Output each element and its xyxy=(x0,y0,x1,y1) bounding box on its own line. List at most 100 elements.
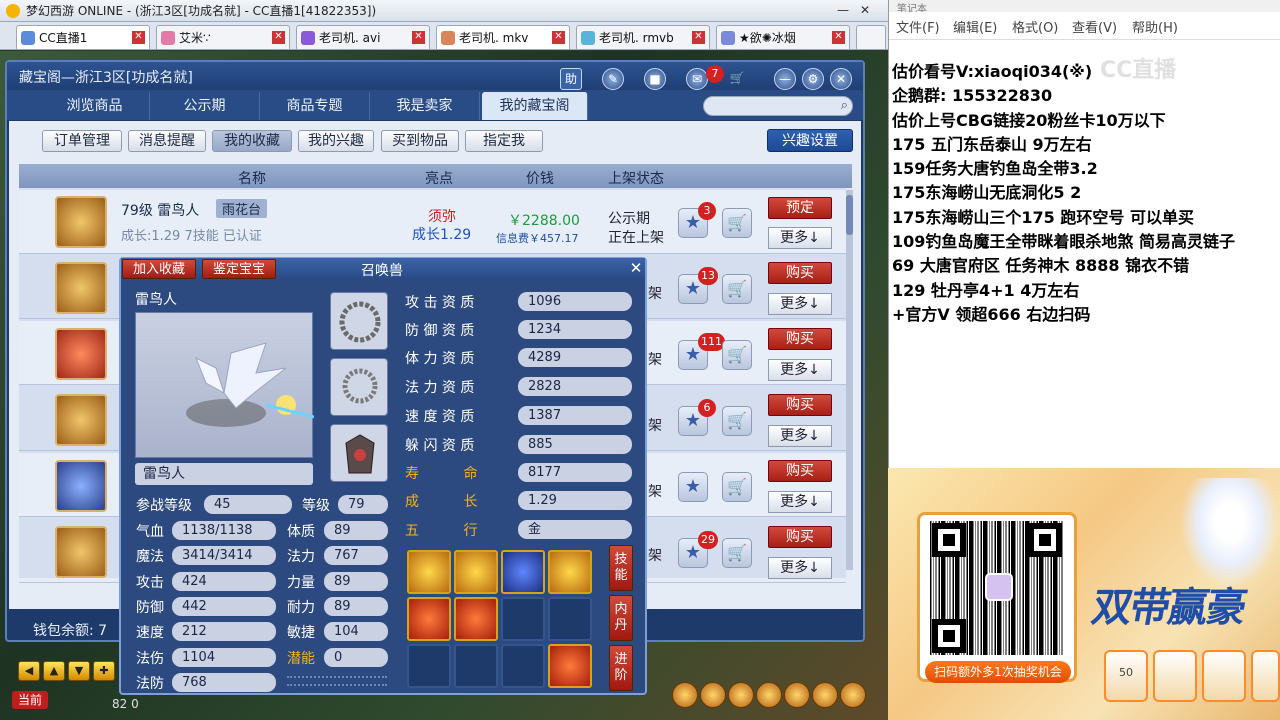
search-input[interactable]: ⌕ xyxy=(703,96,853,116)
tab-publicity[interactable]: 公示期 xyxy=(150,92,260,120)
scrollbar-thumb[interactable] xyxy=(846,195,853,235)
menu-format[interactable]: 格式(O) xyxy=(1012,17,1058,36)
pet-avatar[interactable] xyxy=(55,328,107,380)
pen-icon[interactable]: ✎ xyxy=(602,68,624,90)
necklace-icon[interactable] xyxy=(330,292,388,350)
cart-icon[interactable]: 🛒 xyxy=(722,340,752,370)
game-menu-icon[interactable] xyxy=(784,682,810,708)
arrow-down-icon[interactable]: ▼ xyxy=(68,661,90,681)
cart-icon[interactable]: 🛒 xyxy=(722,538,752,568)
game-menu-icon[interactable] xyxy=(700,682,726,708)
cart-icon[interactable]: 🛒 xyxy=(726,68,748,90)
advance-button[interactable]: 进阶 xyxy=(609,645,633,691)
menu-edit[interactable]: 编辑(E) xyxy=(953,17,997,36)
message-reminder-button[interactable]: 消息提醒 xyxy=(128,130,206,152)
more-button[interactable]: 更多↓ xyxy=(768,425,832,447)
pet-avatar[interactable] xyxy=(55,526,107,578)
minimize-icon[interactable]: — xyxy=(774,68,796,90)
cart-icon[interactable]: 🛒 xyxy=(722,208,752,238)
arrow-left-icon[interactable]: ◀ xyxy=(18,661,40,681)
interest-settings-button[interactable]: 兴趣设置 xyxy=(767,129,853,152)
close-tab-icon[interactable]: ✕ xyxy=(272,31,285,44)
skills-button[interactable]: 技能 xyxy=(609,545,633,591)
skill-icon[interactable] xyxy=(548,644,592,688)
notepad-text[interactable]: 估价看号V:xiaoqi034(※) 企鹅群: 155322830 估价上号CB… xyxy=(892,60,1278,327)
more-button[interactable]: 更多↓ xyxy=(768,293,832,315)
more-button[interactable]: 更多↓ xyxy=(768,227,832,249)
skill-icon[interactable] xyxy=(454,550,498,594)
menu-file[interactable]: 文件(F) xyxy=(896,17,940,36)
close-tab-icon[interactable]: ✕ xyxy=(832,31,845,44)
game-menu-icon[interactable] xyxy=(756,682,782,708)
pet-name-field[interactable]: 雷鸟人 xyxy=(135,463,313,485)
close-tab-icon[interactable]: ✕ xyxy=(692,31,705,44)
skill-icon[interactable] xyxy=(501,550,545,594)
close-tab-icon[interactable]: ✕ xyxy=(412,31,425,44)
order-management-button[interactable]: 订单管理 xyxy=(42,130,122,152)
skill-icon[interactable] xyxy=(454,597,498,641)
game-menu-icon[interactable] xyxy=(812,682,838,708)
inner-pill-button[interactable]: 内丹 xyxy=(609,595,633,641)
appraise-pet-button[interactable]: 鉴定宝宝 xyxy=(202,259,276,279)
game-menu-icon[interactable] xyxy=(728,682,754,708)
tab-seller[interactable]: 我是卖家 xyxy=(370,92,480,120)
skill-icon[interactable] xyxy=(548,550,592,594)
move-icon[interactable]: ✚ xyxy=(93,661,115,681)
more-button[interactable]: 更多↓ xyxy=(768,491,832,513)
buy-button[interactable]: 购买 xyxy=(768,328,832,350)
my-favorites-button[interactable]: 我的收藏 xyxy=(212,130,292,152)
more-button[interactable]: 更多↓ xyxy=(768,359,832,381)
server-tag: 雨花台 xyxy=(216,199,268,218)
pet-avatar[interactable] xyxy=(55,394,107,446)
bracelet-icon[interactable] xyxy=(330,358,388,416)
tab-mkv[interactable]: 老司机. mkv ✕ xyxy=(436,25,570,49)
decorative-pattern xyxy=(287,676,387,686)
reserve-button[interactable]: 预定 xyxy=(768,197,832,219)
arrow-up-icon[interactable]: ▲ xyxy=(43,661,65,681)
skill-icon[interactable] xyxy=(407,550,451,594)
pet-avatar[interactable] xyxy=(55,262,107,314)
game-menu-icon[interactable] xyxy=(672,682,698,708)
stop-icon[interactable]: ■ xyxy=(644,68,666,90)
skill-icon[interactable] xyxy=(407,597,451,641)
close-icon[interactable]: ✕ xyxy=(830,68,852,90)
favorite-star-icon[interactable]: ★ xyxy=(678,472,708,502)
buy-button[interactable]: 购买 xyxy=(768,394,832,416)
tab-browse[interactable]: 浏览商品 xyxy=(40,92,150,120)
armor-icon[interactable] xyxy=(330,424,388,482)
pet-avatar[interactable] xyxy=(55,196,107,248)
buy-button[interactable]: 购买 xyxy=(768,526,832,548)
minimize-button[interactable]: — xyxy=(834,2,852,19)
cart-icon[interactable]: 🛒 xyxy=(722,472,752,502)
tab-rmvb[interactable]: 老司机. rmvb ✕ xyxy=(576,25,710,49)
cart-icon[interactable]: 🛒 xyxy=(722,406,752,436)
tab-cc1[interactable]: CC直播1 ✕ xyxy=(16,25,150,49)
menu-view[interactable]: 查看(V) xyxy=(1072,17,1117,36)
tab-my-cbg[interactable]: 我的藏宝阁 xyxy=(482,92,588,120)
menu-help[interactable]: 帮助(H) xyxy=(1132,17,1178,36)
popup-close-icon[interactable]: ✕ xyxy=(628,259,644,277)
tab-bingyan[interactable]: ★欲✺冰烟 ✕ xyxy=(716,25,850,49)
more-button[interactable]: 更多↓ xyxy=(768,557,832,579)
cart-icon[interactable]: 🛒 xyxy=(722,274,752,304)
my-interests-button[interactable]: 我的兴趣 xyxy=(298,130,374,152)
close-tab-icon[interactable]: ✕ xyxy=(552,31,565,44)
add-favorite-button[interactable]: 加入收藏 xyxy=(122,259,196,279)
tab-overflow[interactable] xyxy=(856,25,886,49)
pet-avatar[interactable] xyxy=(55,460,107,512)
tab-topics[interactable]: 商品专题 xyxy=(260,92,370,120)
buy-button[interactable]: 购买 xyxy=(768,262,832,284)
current-channel-button[interactable]: 当前 xyxy=(12,691,48,709)
buy-button[interactable]: 购买 xyxy=(768,460,832,482)
close-tab-icon[interactable]: ✕ xyxy=(132,31,145,44)
bought-items-button[interactable]: 买到物品 xyxy=(381,130,459,152)
close-window-button[interactable]: ✕ xyxy=(856,2,874,19)
tab-aimi[interactable]: 艾米∵ ✕ xyxy=(156,25,290,49)
tab-avi[interactable]: 老司机. avi ✕ xyxy=(296,25,430,49)
game-menu-icon[interactable] xyxy=(840,682,866,708)
message-icon[interactable]: ✉ xyxy=(686,68,708,90)
help-button[interactable]: 助 xyxy=(560,68,582,90)
settings-icon[interactable]: ⚙ xyxy=(802,68,824,90)
list-scrollbar[interactable] xyxy=(846,190,853,570)
assigned-to-me-button[interactable]: 指定我 xyxy=(465,130,543,152)
